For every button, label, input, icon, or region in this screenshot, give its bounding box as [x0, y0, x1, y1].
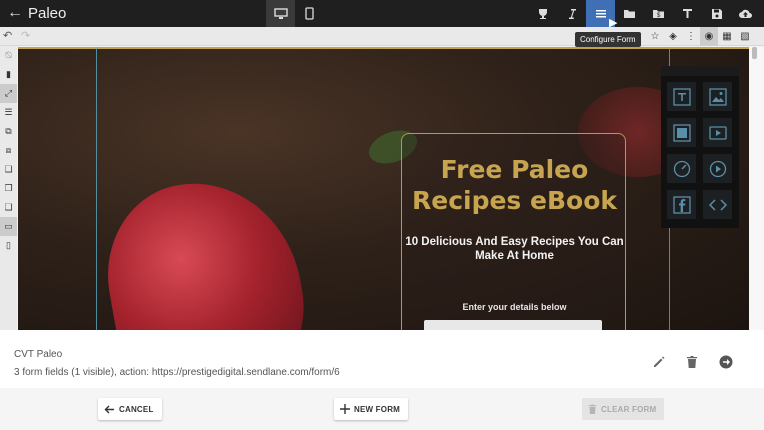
- mobile-only-icon[interactable]: ▯: [0, 236, 17, 255]
- add-timer-button[interactable]: [667, 154, 696, 183]
- plus-icon: [340, 404, 350, 414]
- layers-icon[interactable]: ◈: [664, 27, 682, 46]
- bring-forward-icon[interactable]: ❏: [0, 160, 17, 179]
- add-play-button[interactable]: [703, 154, 732, 183]
- strawberry-image: [93, 167, 317, 331]
- app-title: Paleo: [28, 5, 67, 22]
- trophy-icon: [538, 8, 547, 19]
- go-form-button[interactable]: [719, 355, 735, 371]
- add-box-button[interactable]: [667, 118, 696, 147]
- grid-large-icon[interactable]: ▧: [736, 27, 754, 46]
- text-box-icon: [672, 87, 691, 106]
- image-icon: [708, 87, 727, 106]
- new-form-label: NEW FORM: [354, 404, 401, 414]
- back-arrow-icon[interactable]: ←: [6, 4, 24, 22]
- widget-panel-header: [661, 66, 739, 76]
- mobile-view-button[interactable]: [295, 0, 324, 27]
- form-config-panel: CVT Paleo 3 form fields (1 visible), act…: [0, 330, 764, 430]
- trophy-button[interactable]: [528, 0, 557, 27]
- send-backward-icon[interactable]: ❐: [0, 179, 17, 198]
- desktop-icon: [273, 7, 288, 19]
- add-video-button[interactable]: [703, 118, 732, 147]
- duplicate-icon[interactable]: ❑: [0, 198, 17, 217]
- top-tools: $: [528, 0, 760, 27]
- cancel-button[interactable]: CANCEL: [98, 398, 162, 420]
- add-code-button[interactable]: [703, 190, 732, 219]
- box-icon: [672, 123, 691, 142]
- form-prompt[interactable]: Enter your details below: [402, 302, 627, 312]
- delete-icon[interactable]: ▮: [0, 65, 17, 84]
- form-subheadline[interactable]: 10 Delicious And Easy Recipes You Can Ma…: [402, 235, 627, 263]
- visibility-icon[interactable]: ◉: [700, 27, 718, 46]
- form-name: CVT Paleo: [14, 349, 63, 360]
- top-bar: ← Paleo $ ▶: [0, 0, 764, 29]
- dollar-folder-button[interactable]: $: [644, 0, 673, 27]
- star-icon[interactable]: ☆: [646, 27, 664, 46]
- trash-icon: [687, 356, 697, 368]
- italic-button[interactable]: [557, 0, 586, 27]
- device-toggle: [266, 0, 324, 27]
- folder-icon: [624, 10, 635, 18]
- text-icon: [683, 9, 692, 18]
- optin-form-box[interactable]: Free Paleo Recipes eBook 10 Delicious An…: [401, 133, 626, 331]
- cancel-label: CANCEL: [119, 404, 154, 414]
- form-list-icon: [595, 9, 606, 17]
- edit-form-button[interactable]: [652, 355, 668, 371]
- hide-icon[interactable]: ⦰: [0, 46, 17, 65]
- desktop-only-icon[interactable]: ▭: [0, 217, 17, 236]
- widget-grid: [661, 76, 739, 219]
- more-vertical-icon[interactable]: ⋮: [682, 27, 700, 46]
- play-circle-icon: [709, 160, 726, 177]
- canvas-scrollbar-track[interactable]: [749, 47, 764, 331]
- secondary-toolbar: ↶ ↷ ☆ ◈ ⋮ ◉ ▦ ▧: [0, 27, 764, 46]
- save-icon: [711, 8, 722, 19]
- selection-guide-top: [18, 47, 749, 49]
- group-icon[interactable]: ⧉: [0, 122, 17, 141]
- undo-icon[interactable]: ↶: [3, 29, 12, 42]
- configure-form-tooltip: Configure Form: [575, 32, 641, 47]
- add-image-button[interactable]: [703, 82, 732, 111]
- canvas-scrollbar-thumb[interactable]: [752, 47, 757, 59]
- arrow-left-icon: [104, 405, 114, 413]
- arrow-right-circle-icon: [719, 355, 733, 369]
- facebook-icon: [672, 195, 691, 214]
- form-info-row: CVT Paleo 3 form fields (1 visible), act…: [0, 330, 764, 388]
- add-element-panel: [661, 66, 739, 228]
- editor-canvas[interactable]: Free Paleo Recipes eBook 10 Delicious An…: [18, 47, 749, 331]
- grid-icon[interactable]: ▦: [718, 27, 736, 46]
- clear-form-button[interactable]: CLEAR FORM: [582, 398, 665, 420]
- trash-icon: [588, 404, 597, 414]
- cloud-upload-icon: [739, 9, 752, 18]
- add-text-button[interactable]: [667, 82, 696, 111]
- new-form-button[interactable]: NEW FORM: [334, 398, 409, 420]
- mobile-icon: [305, 7, 314, 20]
- folder-button[interactable]: [615, 0, 644, 27]
- desktop-view-button[interactable]: [266, 0, 295, 27]
- add-facebook-button[interactable]: [667, 190, 696, 219]
- ungroup-icon[interactable]: ⧈: [0, 141, 17, 160]
- save-button[interactable]: [702, 0, 731, 27]
- delete-form-button[interactable]: [686, 355, 702, 371]
- form-headline[interactable]: Free Paleo Recipes eBook: [402, 154, 627, 216]
- text-button[interactable]: [673, 0, 702, 27]
- left-tool-sidebar: ⦰ ▮ ⤢ ☰ ⧉ ⧈ ❏ ❐ ❑ ▭ ▯: [0, 46, 17, 330]
- guide-line-left: [96, 47, 97, 331]
- clear-form-label: CLEAR FORM: [601, 404, 657, 414]
- code-icon: [708, 198, 727, 211]
- view-tools: ☆ ◈ ⋮ ◉ ▦ ▧: [646, 27, 754, 46]
- italic-icon: [568, 8, 576, 19]
- redo-icon[interactable]: ↷: [21, 29, 30, 42]
- publish-button[interactable]: [731, 0, 760, 27]
- resize-icon[interactable]: ⤢: [0, 84, 17, 103]
- form-description: 3 form fields (1 visible), action: https…: [14, 367, 340, 378]
- align-icon[interactable]: ☰: [0, 103, 17, 122]
- timer-icon: [673, 160, 690, 177]
- pencil-icon: [654, 356, 665, 367]
- video-icon: [708, 125, 727, 140]
- dollar-folder-icon: $: [653, 10, 664, 19]
